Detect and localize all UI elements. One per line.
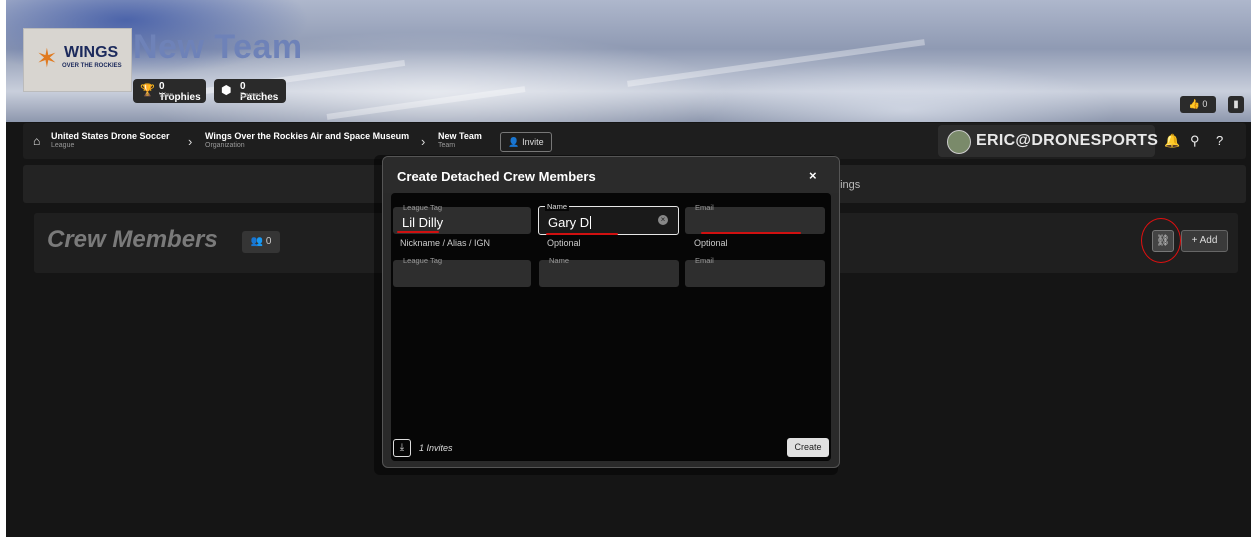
annotation-underline	[546, 233, 618, 235]
add-crew-button[interactable]: + Add	[1181, 230, 1228, 252]
close-icon[interactable]: ×	[809, 168, 817, 183]
home-icon[interactable]: ⌂	[33, 134, 40, 148]
add-user-icon: 👤	[508, 137, 520, 147]
annotation-underline	[701, 232, 801, 234]
like-button[interactable]: 👍 0	[1180, 96, 1216, 113]
name-field[interactable]: Name	[539, 256, 679, 287]
modal-title: Create Detached Crew Members	[397, 169, 596, 184]
team-name: New Team	[133, 28, 303, 66]
modal-header: Create Detached Crew Members ×	[383, 157, 839, 193]
league-tag-helper: Nickname / Alias / IGN	[400, 238, 491, 248]
name-field[interactable]: Name Gary D ×	[538, 202, 679, 235]
thumbs-up-icon: 👍	[1188, 99, 1200, 109]
search-icon[interactable]: ⚲	[1190, 133, 1200, 149]
email-field[interactable]: Email	[685, 256, 825, 287]
bookmark-button[interactable]: ▮	[1228, 96, 1244, 113]
chevron-right-icon: ›	[188, 134, 193, 149]
section-title: Crew Members	[47, 226, 218, 253]
breadcrumb-organization[interactable]: Wings Over the Rockies Air and Space Mus…	[205, 131, 409, 149]
clear-icon[interactable]: ×	[658, 215, 668, 225]
modal-body: League Tag Lil Dilly Name Gary D × Email…	[391, 193, 831, 461]
bell-icon[interactable]: 🔔	[1164, 133, 1180, 149]
league-tag-field[interactable]: League Tag Lil Dilly	[393, 203, 531, 234]
app-frame: ✶ WINGS OVER THE ROCKIES New Team 🏆 0 Tr…	[6, 0, 1251, 537]
trophies-badge[interactable]: 🏆 0 Trophies Won	[133, 79, 206, 103]
patches-badge[interactable]: ⬢ 0 Patches Earned	[214, 79, 286, 103]
shield-icon: ⬢	[221, 83, 232, 97]
logo-star-icon: ✶	[36, 43, 58, 73]
breadcrumb-league[interactable]: United States Drone Soccer League	[51, 131, 170, 149]
annotation-circle	[1141, 218, 1181, 263]
invites-count: 1 Invites	[419, 443, 453, 453]
team-logo: ✶ WINGS OVER THE ROCKIES	[23, 28, 132, 92]
email-field[interactable]: Email	[685, 203, 825, 234]
download-button[interactable]: ⤓	[393, 439, 411, 457]
user-menu[interactable]: ERIC@DRONESPORTS	[938, 125, 1158, 157]
trophy-icon: 🏆	[140, 83, 155, 97]
annotation-underline	[397, 231, 439, 233]
chevron-right-icon: ›	[421, 134, 426, 149]
create-detached-crew-modal: Create Detached Crew Members × League Ta…	[382, 156, 840, 468]
name-helper: Optional	[547, 238, 581, 248]
avatar	[947, 130, 971, 154]
email-helper: Optional	[694, 238, 728, 248]
users-icon: 👥	[250, 236, 264, 247]
crew-count-badge: 👥 0	[242, 231, 280, 253]
league-tag-field[interactable]: League Tag	[393, 256, 531, 287]
navbar: ⌂ United States Drone Soccer League › Wi…	[23, 123, 1246, 159]
create-button[interactable]: Create	[787, 438, 829, 457]
help-icon[interactable]: ?	[1216, 133, 1223, 148]
breadcrumb-team[interactable]: New Team Team	[438, 131, 482, 149]
bookmark-icon: ▮	[1233, 99, 1239, 110]
download-icon: ⤓	[399, 442, 405, 453]
invite-button[interactable]: 👤 Invite	[500, 132, 552, 152]
